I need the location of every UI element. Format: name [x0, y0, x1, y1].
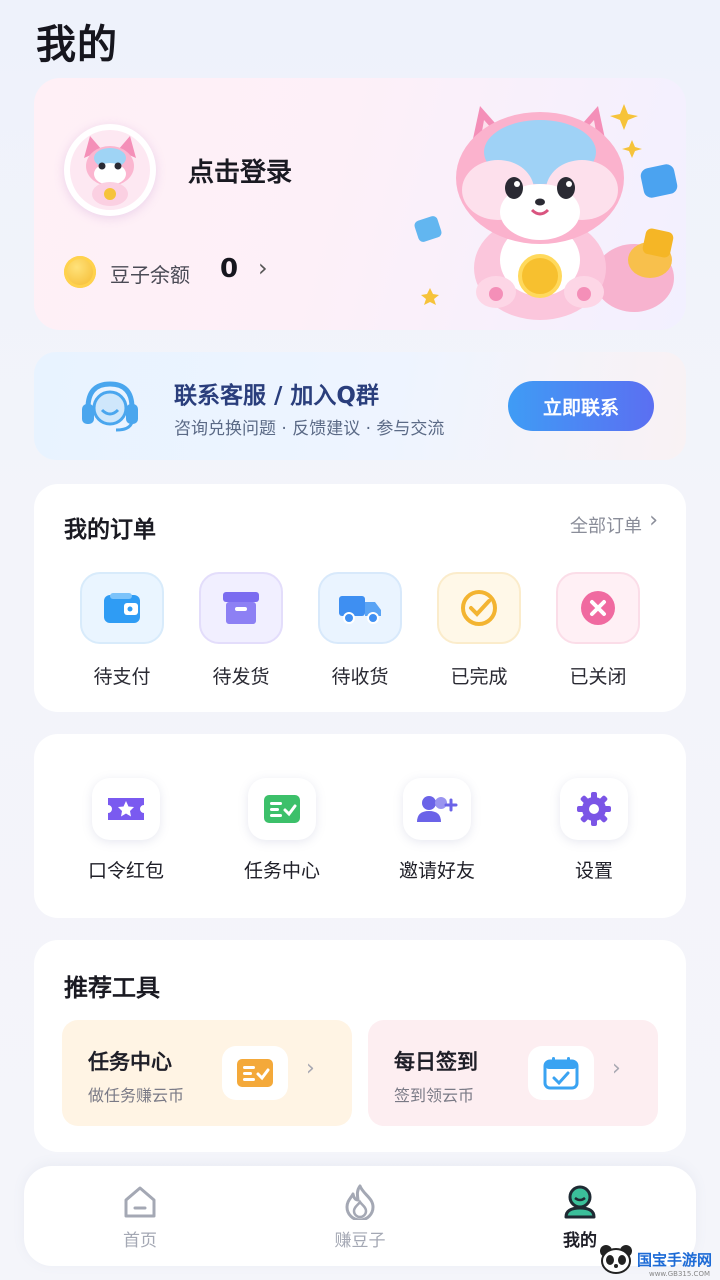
calendar-check-icon [528, 1046, 594, 1100]
order-label: 已关闭 [569, 666, 627, 688]
order-label: 待支付 [93, 666, 151, 688]
task-list-icon [248, 778, 316, 840]
orders-card: 我的订单 全部订单 › 待支付 待发货 待收货 已完成 已关闭 [34, 484, 686, 712]
truck-icon [318, 572, 402, 644]
balance-label: 豆子余额 [110, 263, 190, 287]
reco-tile-title: 任务中心 [88, 1050, 172, 1074]
chevron-right-icon: › [306, 1056, 315, 1081]
recommended-title: 推荐工具 [64, 974, 160, 1002]
order-pending-payment[interactable]: 待支付 [80, 572, 164, 689]
tool-password-redpacket[interactable]: 口令红包 [71, 778, 181, 883]
tool-invite-friends[interactable]: 邀请好友 [382, 778, 492, 883]
page-title: 我的 [36, 22, 118, 68]
order-pending-shipment[interactable]: 待发货 [199, 572, 283, 689]
watermark-domain: www.GB315.COM [648, 1270, 710, 1278]
order-closed[interactable]: 已关闭 [556, 572, 640, 689]
coin-icon [64, 256, 96, 288]
check-circle-icon [437, 572, 521, 644]
tool-label: 任务中心 [243, 860, 320, 882]
fox-mascot-icon [414, 104, 678, 320]
panda-logo-icon [599, 1245, 632, 1274]
tools-card: 口令红包 任务中心 邀请好友 设置 [34, 734, 686, 918]
order-completed[interactable]: 已完成 [437, 572, 521, 689]
add-user-icon [403, 778, 471, 840]
task-list-icon [222, 1046, 288, 1100]
tab-mine[interactable]: 我的 [520, 1184, 640, 1251]
watermark-text: 国宝手游网 [636, 1250, 712, 1269]
headset-icon [82, 381, 138, 432]
recommended-tools-card: 推荐工具 任务中心 做任务赚云币 › 每日签到 签到领云币 › [34, 940, 686, 1152]
home-icon [80, 1184, 200, 1220]
avatar[interactable] [64, 124, 156, 216]
customer-service-card[interactable]: 联系客服 / 加入Q群 咨询兑换问题 · 反馈建议 · 参与交流 立即联系 [34, 352, 686, 460]
contact-now-button[interactable]: 立即联系 [508, 381, 654, 431]
login-prompt[interactable]: 点击登录 [188, 152, 292, 189]
order-label: 待收货 [331, 666, 389, 688]
balance-value[interactable]: 0 [220, 254, 238, 284]
order-label: 待发货 [212, 666, 270, 688]
reco-tile-subtitle: 签到领云币 [394, 1086, 475, 1105]
order-pending-receipt[interactable]: 待收货 [318, 572, 402, 689]
service-title: 联系客服 / 加入Q群 [174, 383, 379, 409]
close-circle-icon [556, 572, 640, 644]
tool-label: 邀请好友 [398, 860, 475, 882]
reco-daily-checkin[interactable]: 每日签到 签到领云币 › [368, 1020, 658, 1126]
orders-title: 我的订单 [64, 517, 156, 543]
tab-earn-beans[interactable]: 赚豆子 [300, 1184, 420, 1251]
flame-icon [300, 1184, 420, 1220]
ticket-star-icon [92, 778, 160, 840]
service-subtitle: 咨询兑换问题 · 反馈建议 · 参与交流 [174, 419, 445, 439]
box-icon [199, 572, 283, 644]
reco-tile-title: 每日签到 [394, 1050, 478, 1074]
order-label: 已完成 [450, 666, 508, 688]
bottom-tab-bar: 首页 赚豆子 我的 [24, 1166, 696, 1266]
chevron-right-icon: › [649, 508, 658, 533]
wallet-icon [80, 572, 164, 644]
tool-settings[interactable]: 设置 [539, 778, 649, 883]
chevron-right-icon: › [612, 1056, 621, 1081]
tab-label: 首页 [123, 1231, 157, 1251]
tab-label: 赚豆子 [334, 1231, 386, 1251]
tab-home[interactable]: 首页 [80, 1184, 200, 1251]
all-orders-link[interactable]: 全部订单 › [528, 506, 668, 542]
tool-label: 口令红包 [87, 860, 164, 882]
fox-avatar-icon [70, 130, 150, 210]
chevron-right-icon[interactable]: › [258, 254, 268, 282]
profile-icon [520, 1184, 640, 1220]
reco-task-center[interactable]: 任务中心 做任务赚云币 › [62, 1020, 352, 1126]
all-orders-label: 全部订单 [570, 516, 642, 537]
tool-task-center[interactable]: 任务中心 [227, 778, 337, 883]
profile-card[interactable]: 点击登录 豆子余额 0 › [34, 78, 686, 330]
tool-label: 设置 [574, 860, 613, 882]
reco-tile-subtitle: 做任务赚云币 [88, 1086, 185, 1105]
gear-icon [560, 778, 628, 840]
